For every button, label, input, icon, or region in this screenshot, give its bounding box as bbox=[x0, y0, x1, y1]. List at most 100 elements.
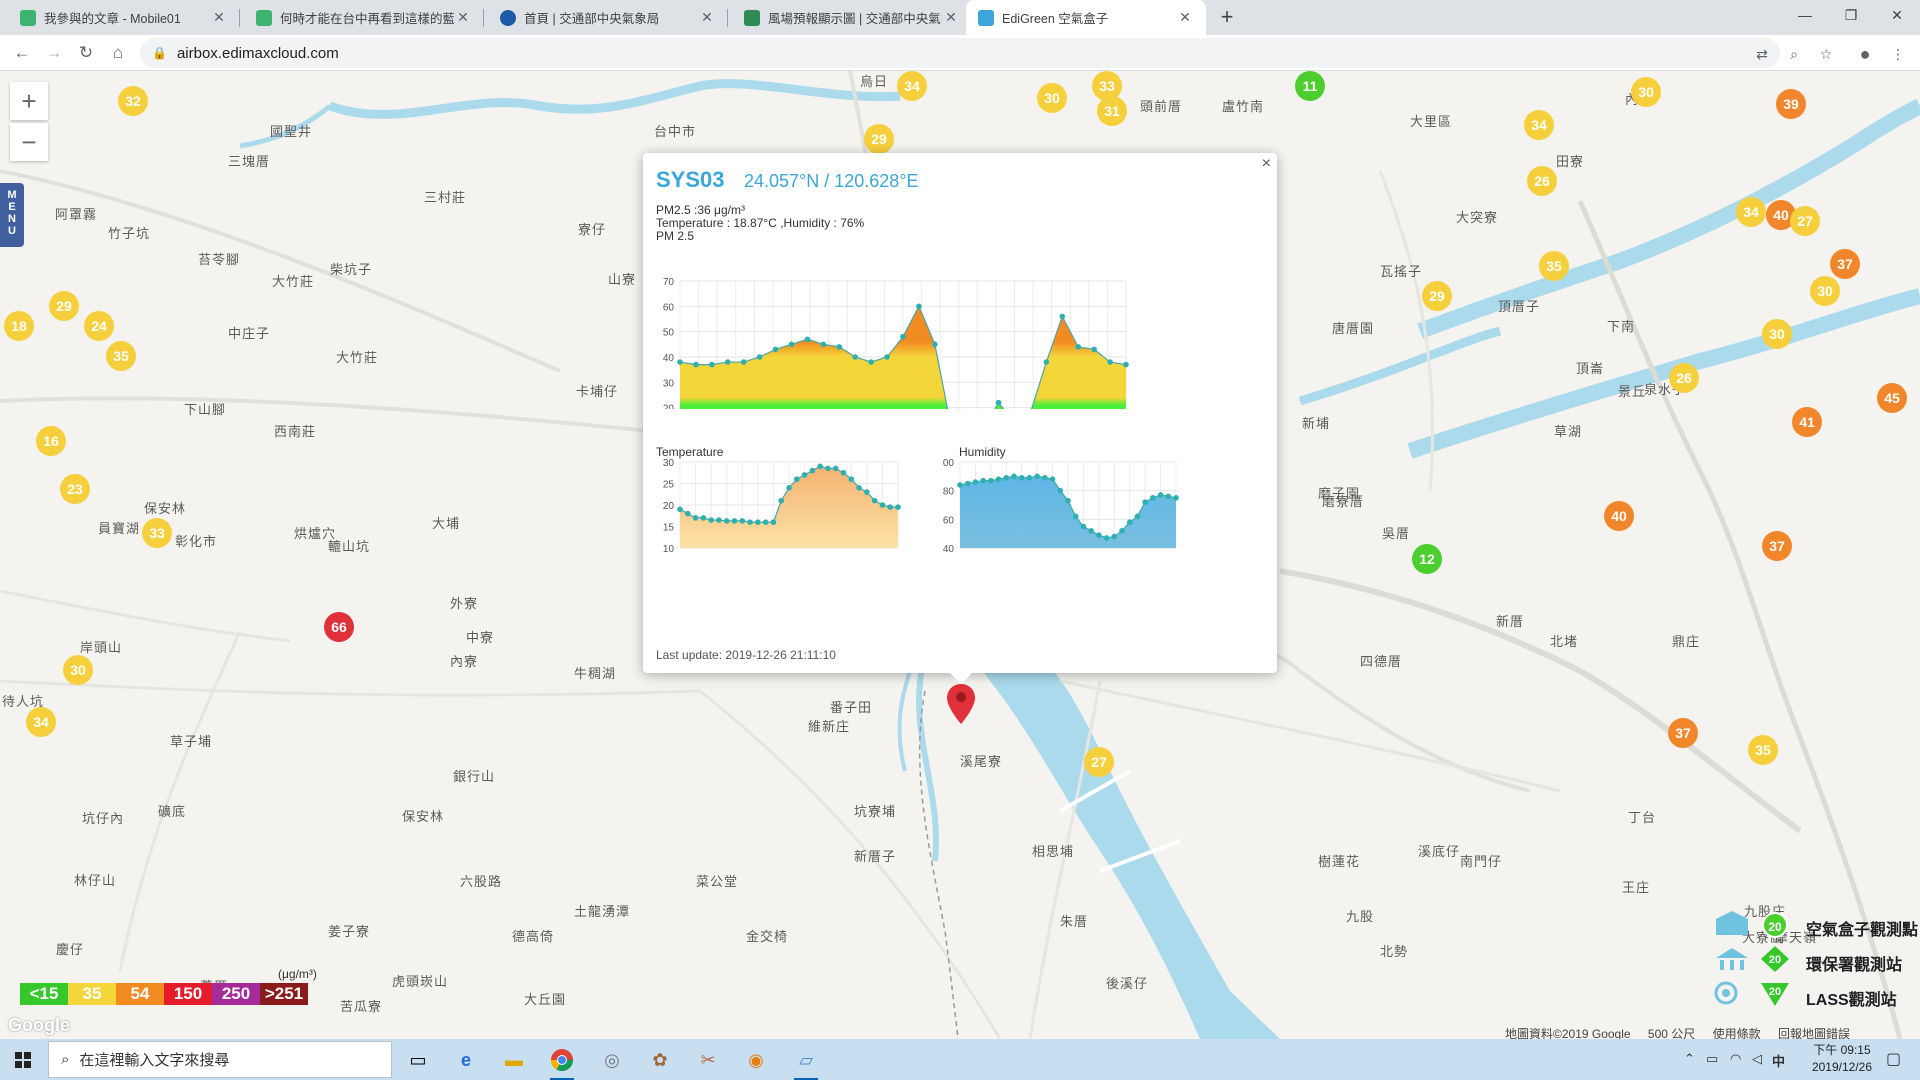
data-point[interactable] bbox=[788, 341, 795, 348]
station-marker[interactable]: 16 bbox=[36, 426, 66, 456]
station-marker[interactable]: 41 bbox=[1792, 407, 1822, 437]
data-point[interactable] bbox=[1026, 474, 1033, 481]
data-point[interactable] bbox=[786, 485, 792, 491]
data-point[interactable] bbox=[804, 336, 811, 343]
data-point[interactable] bbox=[895, 504, 901, 510]
data-point[interactable] bbox=[864, 489, 870, 495]
forward-arrow-icon[interactable]: → bbox=[40, 39, 68, 67]
data-point[interactable] bbox=[1165, 493, 1172, 500]
station-marker[interactable]: 45 bbox=[1877, 383, 1907, 413]
file-explorer-icon[interactable]: ▬ bbox=[498, 1044, 530, 1076]
popup-close-button[interactable]: × bbox=[1262, 155, 1271, 173]
data-point[interactable] bbox=[716, 517, 722, 523]
station-marker[interactable]: 37 bbox=[1762, 531, 1792, 561]
station-marker[interactable]: 29 bbox=[49, 291, 79, 321]
zoom-out-button[interactable]: − bbox=[10, 123, 48, 161]
station-marker[interactable]: 66 bbox=[324, 612, 354, 642]
zoom-icon[interactable]: ⌕ bbox=[1784, 44, 1804, 64]
station-marker[interactable]: 30 bbox=[1037, 83, 1067, 113]
home-icon[interactable]: ⌂ bbox=[104, 39, 132, 67]
station-marker[interactable]: 39 bbox=[1776, 89, 1806, 119]
data-point[interactable] bbox=[677, 359, 683, 365]
station-marker[interactable]: 35 bbox=[1748, 735, 1778, 765]
data-point[interactable] bbox=[700, 515, 707, 521]
data-point[interactable] bbox=[1096, 532, 1102, 538]
app-compass-icon[interactable]: ◎ bbox=[596, 1044, 628, 1076]
data-point[interactable] bbox=[677, 506, 683, 513]
station-marker[interactable]: 34 bbox=[1524, 110, 1554, 140]
data-point[interactable] bbox=[772, 346, 779, 353]
map-canvas[interactable]: 烏日頭前厝盧竹南大里區內新國聖井三塊厝三村莊阿罩霧苔苓腳柴坑子寮仔大竹莊山寮中庄… bbox=[0, 71, 1920, 1039]
tab-close-icon[interactable]: ✕ bbox=[942, 9, 960, 26]
data-point[interactable] bbox=[723, 518, 730, 524]
station-marker[interactable]: 24 bbox=[84, 311, 114, 341]
data-point[interactable] bbox=[755, 519, 761, 525]
data-point[interactable] bbox=[809, 467, 816, 474]
data-point[interactable] bbox=[684, 510, 691, 517]
data-point[interactable] bbox=[1088, 528, 1094, 534]
station-marker[interactable]: 29 bbox=[1422, 281, 1452, 311]
station-marker[interactable]: 34 bbox=[897, 71, 927, 101]
network-icon[interactable]: ◠ bbox=[1730, 1051, 1741, 1067]
terms-link[interactable]: 使用條款 bbox=[1713, 1027, 1761, 1039]
data-point[interactable] bbox=[709, 361, 715, 368]
tab-edigreen[interactable]: EdiGreen 空氣盒子 ✕ bbox=[966, 0, 1206, 35]
data-point[interactable] bbox=[708, 517, 714, 523]
station-marker[interactable]: 29 bbox=[864, 124, 894, 154]
reload-icon[interactable]: ↻ bbox=[72, 39, 100, 67]
system-clock[interactable]: 下午 09:15 2019/12/26 bbox=[1812, 1042, 1872, 1076]
data-point[interactable] bbox=[1111, 533, 1118, 540]
data-point[interactable] bbox=[731, 518, 738, 524]
translate-icon[interactable]: ⇄ bbox=[1752, 44, 1772, 64]
data-point[interactable] bbox=[1059, 313, 1066, 320]
tab-blue-sky[interactable]: 何時才能在台中再看到這樣的藍天 ✕ bbox=[244, 0, 484, 35]
data-point[interactable] bbox=[756, 354, 763, 360]
windows-start-icon[interactable] bbox=[0, 1039, 46, 1080]
data-point[interactable] bbox=[762, 519, 769, 525]
data-point[interactable] bbox=[1075, 344, 1082, 350]
station-marker[interactable]: 26 bbox=[1669, 363, 1699, 393]
data-point[interactable] bbox=[1080, 523, 1087, 530]
chrome-icon[interactable] bbox=[546, 1044, 578, 1080]
data-point[interactable] bbox=[852, 354, 859, 360]
data-point[interactable] bbox=[825, 465, 831, 472]
data-point[interactable] bbox=[747, 519, 753, 525]
data-point[interactable] bbox=[1157, 492, 1164, 498]
data-point[interactable] bbox=[1103, 535, 1110, 541]
station-marker[interactable]: 27 bbox=[1084, 747, 1114, 777]
data-point[interactable] bbox=[817, 463, 823, 470]
data-point[interactable] bbox=[740, 359, 747, 365]
maximize-button[interactable]: ❐ bbox=[1828, 0, 1874, 30]
taskbar-search-box[interactable]: ⌕ 在這裡輸入文字來搜尋 bbox=[48, 1041, 392, 1078]
bookmark-star-icon[interactable]: ☆ bbox=[1816, 44, 1836, 64]
data-point[interactable] bbox=[1034, 473, 1040, 480]
data-point[interactable] bbox=[995, 399, 1002, 406]
data-point[interactable] bbox=[916, 303, 922, 310]
data-point[interactable] bbox=[980, 477, 986, 484]
station-marker[interactable]: 33 bbox=[1092, 71, 1122, 101]
data-point[interactable] bbox=[964, 480, 971, 487]
station-marker[interactable]: 11 bbox=[1295, 71, 1325, 101]
ime-indicator[interactable]: 中 bbox=[1772, 1051, 1785, 1070]
volume-icon[interactable]: ◁ bbox=[1752, 1051, 1762, 1067]
data-point[interactable] bbox=[1065, 497, 1071, 504]
data-point[interactable] bbox=[692, 515, 699, 521]
data-point[interactable] bbox=[932, 341, 938, 348]
data-point[interactable] bbox=[778, 497, 785, 504]
data-point[interactable] bbox=[770, 519, 777, 525]
data-point[interactable] bbox=[995, 476, 1002, 482]
blender-icon[interactable]: ◉ bbox=[740, 1044, 772, 1076]
data-point[interactable] bbox=[793, 476, 800, 482]
data-point[interactable] bbox=[887, 504, 894, 510]
station-marker[interactable]: 35 bbox=[106, 341, 136, 371]
tab-mobile01[interactable]: 我參與的文章 - Mobile01 ✕ bbox=[8, 0, 240, 35]
station-marker[interactable]: 34 bbox=[26, 707, 56, 737]
data-point[interactable] bbox=[1091, 346, 1097, 353]
data-point[interactable] bbox=[1057, 487, 1064, 494]
data-point[interactable] bbox=[820, 341, 827, 348]
data-point[interactable] bbox=[1150, 495, 1156, 501]
data-point[interactable] bbox=[1043, 359, 1050, 365]
new-tab-button[interactable]: + bbox=[1214, 4, 1240, 30]
station-marker[interactable]: 23 bbox=[60, 474, 90, 504]
notification-icon[interactable]: ▢ bbox=[1886, 1049, 1901, 1069]
